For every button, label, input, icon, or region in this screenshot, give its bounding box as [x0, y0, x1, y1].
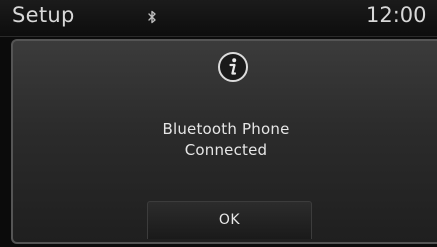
popup-message-line-2: Connected [184, 141, 268, 159]
bluetooth-icon [148, 10, 156, 24]
ok-button[interactable]: OK [147, 201, 312, 239]
connection-popup: Bluetooth Phone Connected OK [11, 39, 437, 244]
setup-screen: Setup 12:00 Bluetooth Phone Connected OK [0, 0, 437, 247]
info-icon [218, 52, 248, 82]
popup-message-line-1: Bluetooth Phone [162, 120, 290, 138]
clock: 12:00 [366, 3, 427, 27]
screen-title: Setup [12, 3, 75, 27]
status-bar: Setup 12:00 [0, 0, 437, 37]
popup-message: Bluetooth Phone Connected [13, 119, 437, 161]
